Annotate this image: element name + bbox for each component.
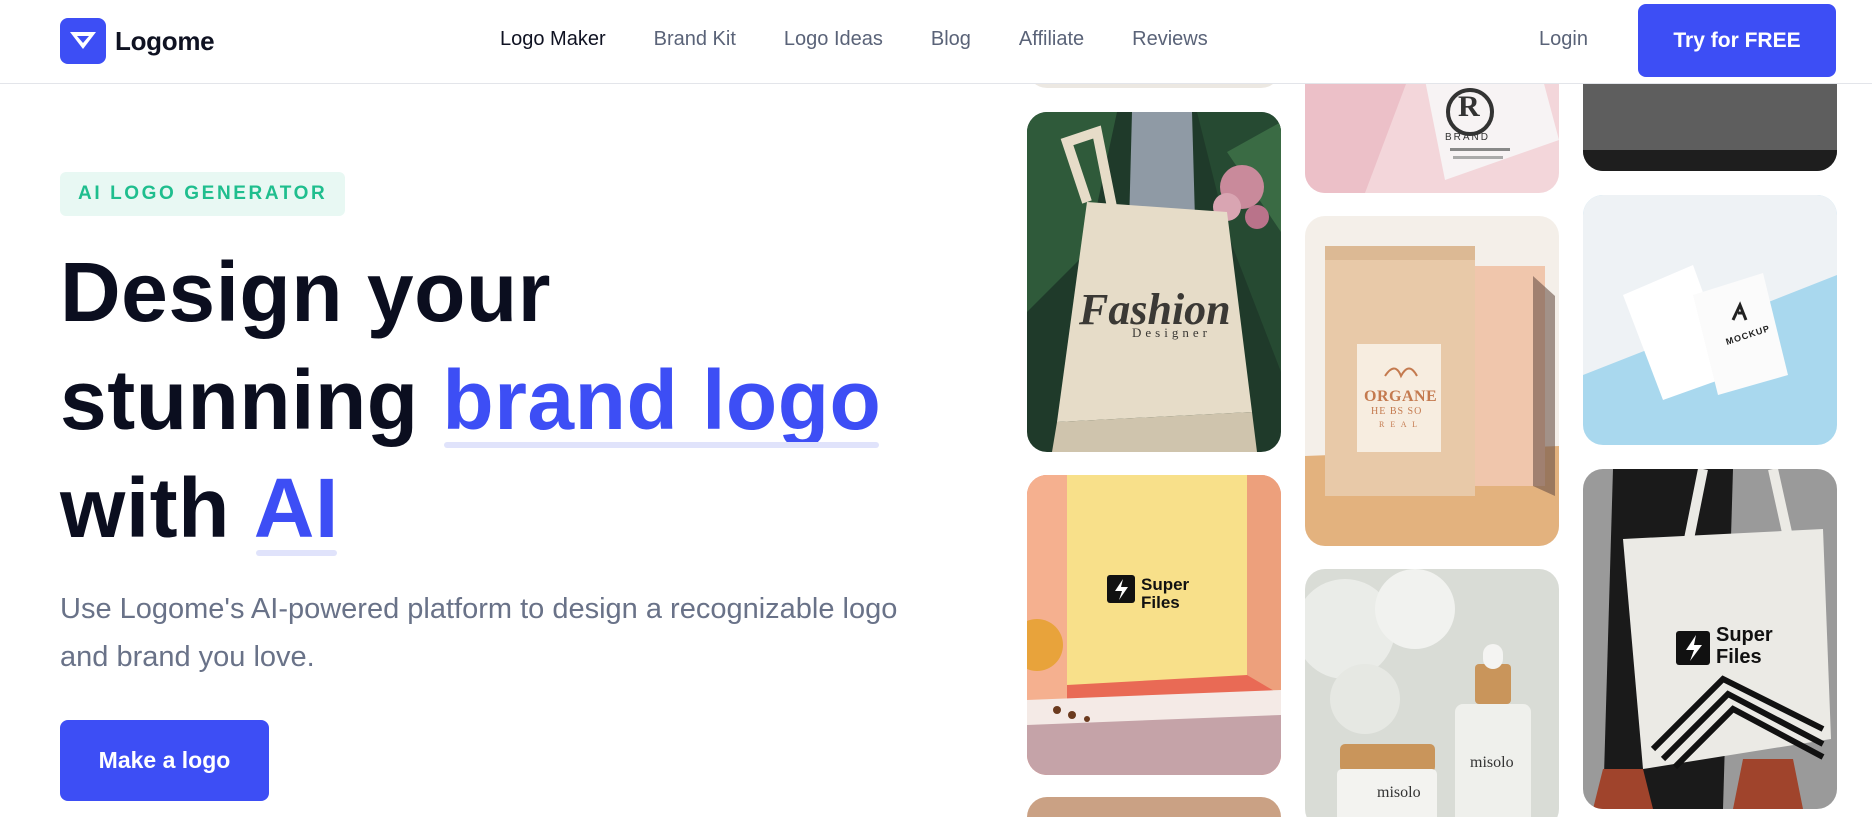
nav-affiliate[interactable]: Affiliate (1019, 28, 1084, 51)
nav-reviews[interactable]: Reviews (1132, 28, 1208, 51)
nav-logo-maker[interactable]: Logo Maker (500, 28, 606, 51)
brand-name: Logome (115, 25, 215, 56)
headline-line3-plain: with (60, 461, 254, 555)
login-link[interactable]: Login (1539, 28, 1588, 51)
superfiles-box-mockup: Super Files (1027, 475, 1281, 775)
superfiles-box-line2: Files (1141, 593, 1180, 612)
nav-blog[interactable]: Blog (931, 28, 971, 51)
organic-bag-line2: HE BS SO (1371, 406, 1423, 417)
organic-paper-bag-mockup: ORGANE HE BS SO R E A L (1305, 216, 1559, 546)
misolo-jar-brand: misolo (1377, 784, 1421, 801)
organic-bag-line3: R E A L (1379, 420, 1420, 429)
fashion-tote-mockup: Fashion Designer (1027, 112, 1281, 452)
superfiles-tote-line1: Super (1716, 624, 1773, 646)
business-card-word: BRAND (1445, 132, 1491, 143)
headline-accent-ai: AI (254, 454, 339, 562)
fashion-tote-subtitle: Designer (1132, 325, 1211, 340)
nav-logo-ideas[interactable]: Logo Ideas (784, 28, 883, 51)
ai-logo-generator-badge: AI LOGO GENERATOR (60, 172, 346, 216)
hero-subtitle: Use Logome's AI-powered platform to desi… (60, 593, 898, 673)
organic-bag-title: ORGANE (1364, 388, 1438, 405)
hero-headline: Design your stunning brand logo with AI (60, 238, 960, 562)
make-a-logo-button[interactable]: Make a logo (60, 720, 269, 801)
superfiles-tote-mockup: Super Files (1583, 469, 1837, 809)
try-for-free-button[interactable]: Try for FREE (1638, 4, 1836, 77)
nav-brand-kit[interactable]: Brand Kit (654, 28, 736, 51)
business-card-letter: R (1458, 90, 1480, 123)
misolo-serum-jars-mockup: misolo misolo (1305, 569, 1559, 817)
superfiles-tote-line2: Files (1716, 646, 1762, 668)
logome-heart-icon (60, 18, 106, 64)
headline-line1: Design your (60, 245, 551, 339)
site-header: Logome Logo Maker Brand Kit Logo Ideas B… (0, 0, 1872, 84)
headline-line2-plain: stunning (60, 353, 443, 447)
partial-bottom-image-col1 (1027, 797, 1281, 817)
headline-accent-brand-logo: brand logo (442, 346, 881, 454)
brand-logo-link[interactable]: Logome (60, 18, 215, 64)
mockup-business-cards: MOCKUP (1583, 195, 1837, 445)
main-nav: Logo Maker Brand Kit Logo Ideas Blog Aff… (500, 28, 1208, 51)
superfiles-box-line1: Super (1141, 575, 1190, 594)
misolo-bottle-brand: misolo (1470, 754, 1514, 771)
